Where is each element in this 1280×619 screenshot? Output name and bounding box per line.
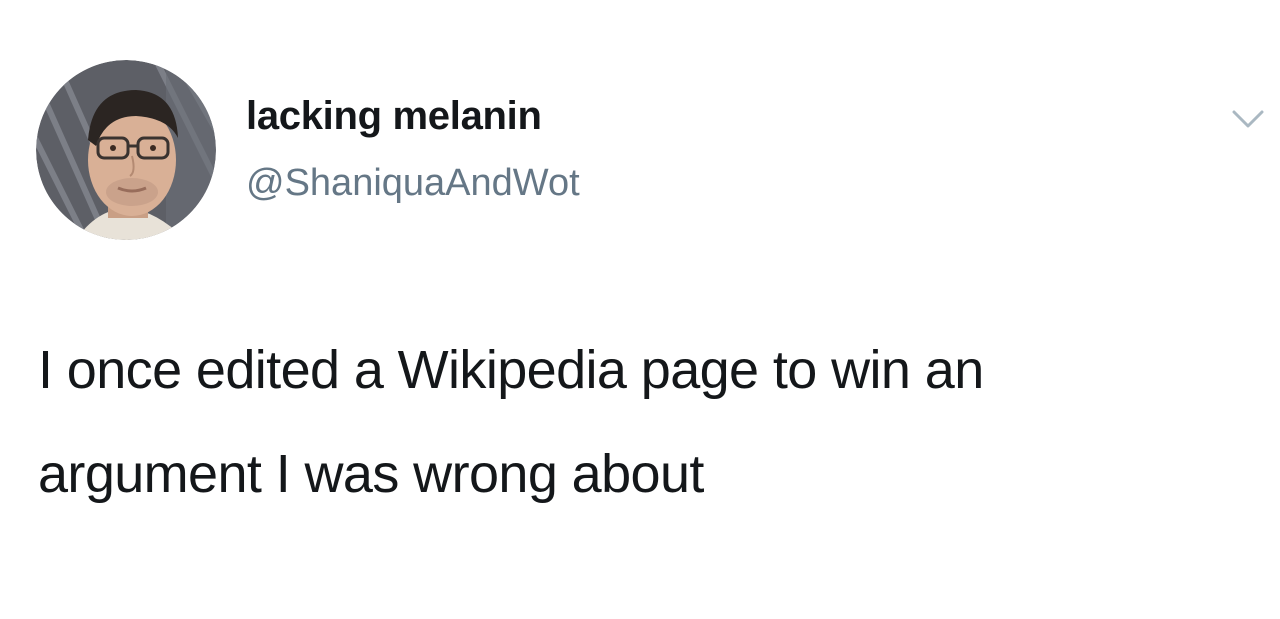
author-display-name[interactable]: lacking melanin [246, 92, 542, 140]
tweet-text-line: I once edited a Wikipedia page to win an [38, 340, 984, 400]
chevron-down-icon [1232, 110, 1264, 128]
author-avatar[interactable] [36, 60, 216, 240]
author-handle[interactable]: @ShaniquaAndWot [246, 160, 580, 206]
avatar-photo-icon [36, 60, 216, 240]
tweet-menu-button[interactable] [1228, 104, 1268, 134]
tweet-card: lacking melanin @ShaniquaAndWot I once e… [0, 0, 1280, 619]
tweet-body: I once edited a Wikipedia page to win an… [38, 318, 1268, 526]
tweet-text-line: argument I was wrong about [38, 444, 704, 504]
